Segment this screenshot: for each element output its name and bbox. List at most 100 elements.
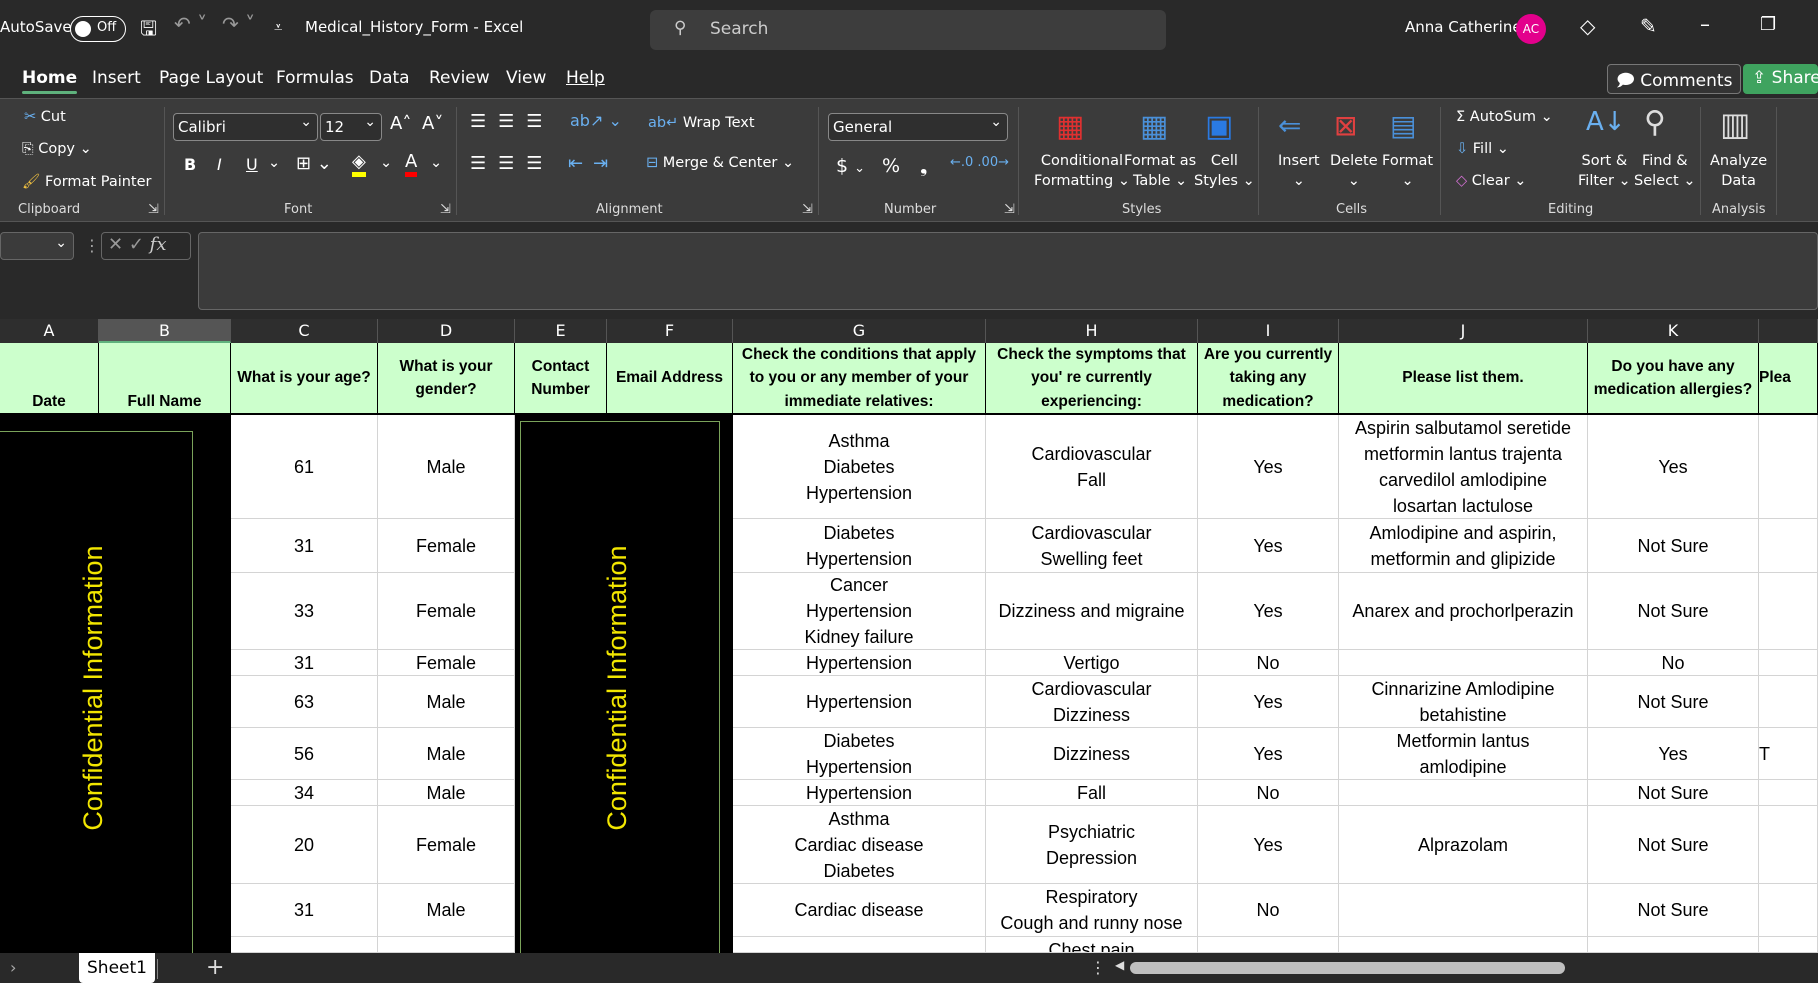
- column-header-f[interactable]: F: [607, 319, 733, 343]
- autosum-button[interactable]: Σ AutoSum ⌄: [1456, 109, 1553, 125]
- table-cell[interactable]: [1759, 884, 1818, 937]
- table-cell[interactable]: Hypertension: [733, 780, 986, 806]
- table-cell[interactable]: [378, 937, 515, 953]
- splitter-handle[interactable]: ⋮: [1090, 958, 1106, 977]
- header-cell[interactable]: Date: [0, 343, 99, 415]
- table-cell[interactable]: Not Sure: [1588, 884, 1759, 937]
- table-cell[interactable]: [1759, 650, 1818, 676]
- table-cell[interactable]: Anarex and prochorlperazin: [1339, 573, 1588, 650]
- column-header-b[interactable]: B: [99, 319, 231, 343]
- search-box[interactable]: ⚲ Search: [650, 10, 1166, 50]
- analyze-data-button[interactable]: Analyze Data: [1710, 151, 1767, 191]
- tab-formulas[interactable]: Formulas: [276, 68, 354, 88]
- name-box[interactable]: ⌄: [0, 232, 74, 260]
- table-cell[interactable]: Aspirin salbutamol seretide metformin la…: [1339, 415, 1588, 519]
- undo-icon[interactable]: ↶ ˅: [174, 12, 207, 36]
- table-cell[interactable]: Cancer Hypertension Kidney failure: [733, 573, 986, 650]
- scroll-left-icon[interactable]: ◀: [1115, 958, 1124, 972]
- table-cell[interactable]: Alprazolam: [1339, 806, 1588, 884]
- save-icon[interactable]: 🖫: [140, 14, 157, 48]
- italic-button[interactable]: I: [217, 155, 222, 174]
- table-cell[interactable]: [1759, 415, 1818, 519]
- header-cell[interactable]: Check the symptoms that you' re currentl…: [986, 343, 1198, 415]
- table-cell[interactable]: [1339, 650, 1588, 676]
- conditional-formatting-button[interactable]: Conditional Formatting ⌄: [1034, 151, 1130, 191]
- format-painter-button[interactable]: 🖌 Format Painter: [22, 173, 152, 190]
- header-cell[interactable]: Plea: [1759, 343, 1818, 415]
- fill-color-icon[interactable]: ◈: [352, 151, 366, 177]
- table-cell[interactable]: 31: [231, 519, 378, 573]
- bold-button[interactable]: B: [184, 155, 196, 174]
- format-button[interactable]: Format ⌄: [1382, 151, 1433, 191]
- table-cell[interactable]: [1339, 780, 1588, 806]
- cell-styles-button[interactable]: Cell Styles ⌄: [1194, 151, 1255, 191]
- table-cell[interactable]: Diabetes Hypertension: [733, 728, 986, 780]
- table-cell[interactable]: Male: [378, 676, 515, 728]
- column-header-a[interactable]: A: [0, 319, 99, 343]
- table-cell[interactable]: [1759, 806, 1818, 884]
- number-format-select[interactable]: General: [828, 113, 1008, 141]
- table-cell[interactable]: 31: [231, 884, 378, 937]
- table-cell[interactable]: Female: [378, 650, 515, 676]
- table-cell[interactable]: Cinnarizine Amlodipine betahistine: [1339, 676, 1588, 728]
- tab-view[interactable]: View: [506, 68, 546, 88]
- merge-center-button[interactable]: ⊟ Merge & Center ⌄: [646, 155, 794, 171]
- table-cell[interactable]: Yes: [1588, 415, 1759, 519]
- table-cell[interactable]: 63: [231, 676, 378, 728]
- formula-input[interactable]: [198, 232, 1818, 310]
- worksheet-grid[interactable]: A B C D E F G H I J K Date Full Name What is your age…: [0, 319, 1818, 953]
- cancel-icon[interactable]: ✕: [108, 234, 123, 255]
- percent-button[interactable]: %: [882, 155, 900, 177]
- increase-decimal-icon[interactable]: ←.0 .00→: [950, 155, 1009, 170]
- tab-review[interactable]: Review: [429, 68, 490, 88]
- horizontal-align-icons[interactable]: ☰☰☰: [470, 153, 554, 174]
- table-cell[interactable]: Chest pain: [986, 937, 1198, 953]
- table-cell[interactable]: [1759, 519, 1818, 573]
- table-cell[interactable]: Not Sure: [1588, 780, 1759, 806]
- table-cell[interactable]: Fall: [986, 780, 1198, 806]
- font-name-select[interactable]: Calibri: [173, 113, 318, 141]
- table-cell[interactable]: Cardiovascular Dizziness: [986, 676, 1198, 728]
- table-cell[interactable]: Dizziness and migraine: [986, 573, 1198, 650]
- copy-button[interactable]: ⎘ Copy ⌄: [22, 141, 92, 157]
- table-cell[interactable]: Yes: [1198, 728, 1339, 780]
- column-header-h[interactable]: H: [986, 319, 1198, 343]
- table-cell[interactable]: [1339, 884, 1588, 937]
- table-cell[interactable]: Respiratory Cough and runny nose: [986, 884, 1198, 937]
- table-cell[interactable]: 31: [231, 650, 378, 676]
- table-cell[interactable]: Male: [378, 415, 515, 519]
- table-cell[interactable]: Cardiovascular Fall: [986, 415, 1198, 519]
- insert-function-button[interactable]: fx: [150, 234, 167, 255]
- autosave-toggle[interactable]: Off: [70, 16, 126, 42]
- table-cell[interactable]: Metformin lantus amlodipine: [1339, 728, 1588, 780]
- table-cell[interactable]: 61: [231, 415, 378, 519]
- table-cell[interactable]: 33: [231, 573, 378, 650]
- column-header-i[interactable]: I: [1198, 319, 1339, 343]
- table-cell[interactable]: Not Sure: [1588, 573, 1759, 650]
- minimize-icon[interactable]: –: [1700, 12, 1710, 36]
- table-cell[interactable]: Diabetes Hypertension: [733, 519, 986, 573]
- table-cell[interactable]: Male: [378, 884, 515, 937]
- table-cell[interactable]: Male: [378, 780, 515, 806]
- restore-icon[interactable]: ❐: [1760, 14, 1776, 35]
- fill-button[interactable]: ⇩ Fill ⌄: [1456, 141, 1509, 157]
- underline-button[interactable]: U: [246, 155, 258, 174]
- table-cell[interactable]: Yes: [1198, 519, 1339, 573]
- column-header-k[interactable]: K: [1588, 319, 1759, 343]
- table-cell[interactable]: Female: [378, 573, 515, 650]
- table-cell[interactable]: [1588, 937, 1759, 953]
- vertical-align-icons[interactable]: ☰☰☰: [470, 111, 554, 132]
- share-button[interactable]: ⇪ Share: [1743, 64, 1818, 94]
- chevron-down-icon[interactable]: ⌄: [268, 155, 280, 171]
- table-cell[interactable]: Male: [378, 728, 515, 780]
- delete-button[interactable]: Delete ⌄: [1330, 151, 1378, 191]
- currency-button[interactable]: $ ⌄: [836, 155, 865, 177]
- table-cell[interactable]: Not Sure: [1588, 676, 1759, 728]
- table-cell[interactable]: Not Sure: [1588, 806, 1759, 884]
- confirm-icon[interactable]: ✓: [129, 234, 144, 255]
- table-cell[interactable]: Yes: [1588, 728, 1759, 780]
- diamond-icon[interactable]: ◇: [1580, 14, 1595, 38]
- orientation-icon[interactable]: ab↗ ⌄: [570, 111, 622, 130]
- table-cell[interactable]: Yes: [1198, 415, 1339, 519]
- table-cell[interactable]: Psychiatric Depression: [986, 806, 1198, 884]
